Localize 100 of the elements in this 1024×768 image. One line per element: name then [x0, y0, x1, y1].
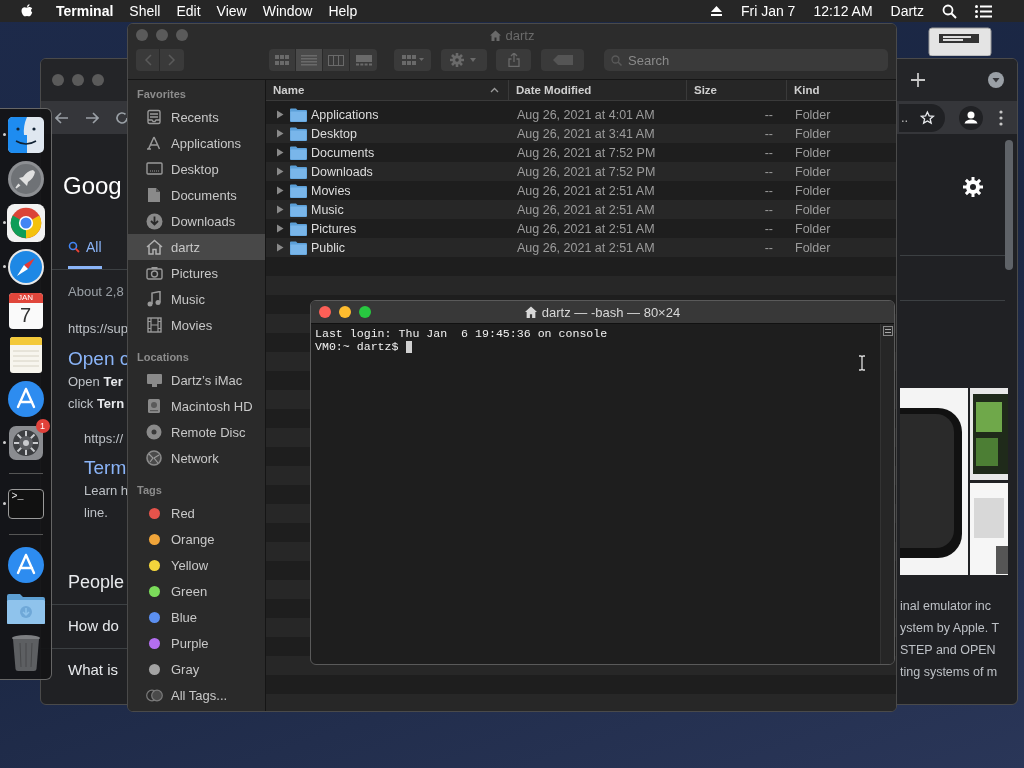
- search-icon[interactable]: [942, 3, 957, 19]
- gear-icon[interactable]: [7, 425, 44, 461]
- menu-bar-time[interactable]: 12:12 AM: [805, 3, 881, 19]
- date-modified: Aug 26, 2021 at 2:51 AM: [517, 183, 655, 198]
- disclosure-triangle-icon[interactable]: [276, 148, 284, 157]
- list-icon[interactable]: [975, 4, 992, 18]
- sidebar-item[interactable]: dartz: [128, 234, 265, 260]
- new-tab-icon[interactable]: [911, 73, 925, 87]
- sidebar-item[interactable]: Downloads: [128, 208, 265, 234]
- disclosure-triangle-icon[interactable]: [276, 205, 284, 214]
- result-snippet: ystem by Apple. T: [900, 620, 1001, 637]
- file-kind: Folder: [795, 164, 831, 179]
- app-store-icon[interactable]: [6, 380, 45, 418]
- file-name[interactable]: Pictures: [311, 221, 357, 236]
- sidebar-item[interactable]: Remote Disc: [128, 419, 265, 445]
- folder-icon[interactable]: [5, 593, 46, 625]
- apple-icon[interactable]: [20, 3, 34, 19]
- notepad-icon[interactable]: [8, 336, 43, 374]
- minimize-button[interactable]: [339, 306, 351, 318]
- sidebar-item[interactable]: Desktop: [128, 156, 265, 182]
- disclosure-triangle-icon[interactable]: [276, 243, 284, 252]
- list-view-button[interactable]: [296, 49, 323, 71]
- sidebar-item[interactable]: Red: [128, 500, 265, 526]
- close-button[interactable]: [319, 306, 331, 318]
- file-name[interactable]: Music: [311, 202, 344, 217]
- compass-icon[interactable]: [6, 248, 45, 286]
- user-menu[interactable]: Dartz: [882, 3, 932, 19]
- disc-icon: [146, 424, 162, 440]
- finder-icon[interactable]: [6, 116, 45, 154]
- sidebar-item[interactable]: Blue: [128, 604, 265, 630]
- menu-item[interactable]: Shell: [121, 3, 169, 19]
- result-url: https://: [84, 430, 125, 448]
- disclosure-triangle-icon[interactable]: [276, 186, 284, 195]
- file-name[interactable]: Applications: [311, 107, 379, 122]
- search-field[interactable]: Search: [604, 49, 888, 71]
- sidebar-item[interactable]: Macintosh HD: [128, 393, 265, 419]
- app-menu[interactable]: Terminal: [48, 3, 122, 19]
- menu-item[interactable]: Edit: [168, 3, 209, 19]
- columns-view-button[interactable]: [323, 49, 350, 71]
- menu-item[interactable]: Window: [254, 3, 321, 19]
- sidebar-item[interactable]: Music: [128, 286, 265, 312]
- sidebar-item[interactable]: Pictures: [128, 260, 265, 286]
- chrome-icon[interactable]: [6, 204, 45, 242]
- sidebar-item[interactable]: Applications: [128, 130, 265, 156]
- dropdown-icon[interactable]: [988, 72, 1004, 88]
- question-item[interactable]: What is: [68, 659, 128, 681]
- disclosure-triangle-icon[interactable]: [276, 224, 284, 233]
- terminal-icon[interactable]: >_: [7, 489, 44, 519]
- eject-icon[interactable]: [709, 5, 723, 17]
- file-name[interactable]: Documents: [311, 145, 375, 160]
- column-header[interactable]: Name: [266, 80, 509, 100]
- reload-icon[interactable]: [115, 110, 129, 125]
- app-store-icon[interactable]: [6, 546, 45, 584]
- file-kind: Folder: [795, 240, 831, 255]
- all-tab[interactable]: All: [68, 227, 102, 269]
- forward-icon[interactable]: [85, 111, 99, 124]
- icons-view-button[interactable]: [269, 49, 296, 71]
- window-title: dartz: [505, 27, 535, 43]
- date-modified: Aug 26, 2021 at 2:51 AM: [517, 202, 655, 217]
- disclosure-triangle-icon[interactable]: [276, 110, 284, 119]
- profile-icon[interactable]: [959, 105, 983, 130]
- sidebar-item[interactable]: Gray: [128, 656, 265, 682]
- disclosure-triangle-icon[interactable]: [276, 167, 284, 176]
- sidebar-item[interactable]: Orange: [128, 526, 265, 552]
- question-item[interactable]: How do: [68, 615, 128, 637]
- star-icon[interactable]: [920, 109, 935, 126]
- sidebar-item[interactable]: All Tags...: [128, 682, 265, 708]
- desktop-icon: [145, 162, 163, 176]
- file-name[interactable]: Downloads: [311, 164, 373, 179]
- back-icon[interactable]: [55, 111, 69, 124]
- file-name[interactable]: Desktop: [311, 126, 357, 141]
- scrollbar-thumb[interactable]: [1005, 140, 1013, 270]
- rocket-icon[interactable]: [6, 160, 45, 198]
- column-header[interactable]: Kind: [787, 80, 896, 100]
- column-header[interactable]: Date Modified: [509, 80, 687, 100]
- sidebar-item[interactable]: Purple: [128, 630, 265, 656]
- sidebar-item[interactable]: Green: [128, 578, 265, 604]
- disclosure-triangle-icon[interactable]: [276, 129, 284, 138]
- settings-icon[interactable]: [962, 176, 984, 198]
- menu-item[interactable]: View: [208, 3, 255, 19]
- sidebar-item[interactable]: Movies: [128, 312, 265, 338]
- result-title[interactable]: Term: [84, 456, 128, 480]
- file-name[interactable]: Public: [311, 240, 346, 255]
- sidebar-item[interactable]: Documents: [128, 182, 265, 208]
- sidebar-item[interactable]: Network: [128, 445, 265, 471]
- applications-icon: [146, 135, 162, 151]
- sidebar-item[interactable]: Dartz’s iMac: [128, 367, 265, 393]
- sidebar-item[interactable]: Yellow: [128, 552, 265, 578]
- more-icon[interactable]: [999, 109, 1003, 126]
- trash-icon[interactable]: [10, 634, 41, 672]
- menu-bar-date[interactable]: Fri Jan 7: [732, 3, 804, 19]
- column-header[interactable]: Size: [687, 80, 787, 100]
- menu-item[interactable]: Help: [320, 3, 366, 19]
- address-bar[interactable]: ..: [899, 103, 945, 132]
- date-modified: Aug 26, 2021 at 4:01 AM: [517, 107, 655, 122]
- calendar-icon[interactable]: JAN 7: [8, 293, 43, 329]
- zoom-button[interactable]: [359, 306, 371, 318]
- sidebar-item[interactable]: Recents: [128, 104, 265, 130]
- split-pane-icon[interactable]: [882, 326, 893, 336]
- file-name[interactable]: Movies: [311, 183, 351, 198]
